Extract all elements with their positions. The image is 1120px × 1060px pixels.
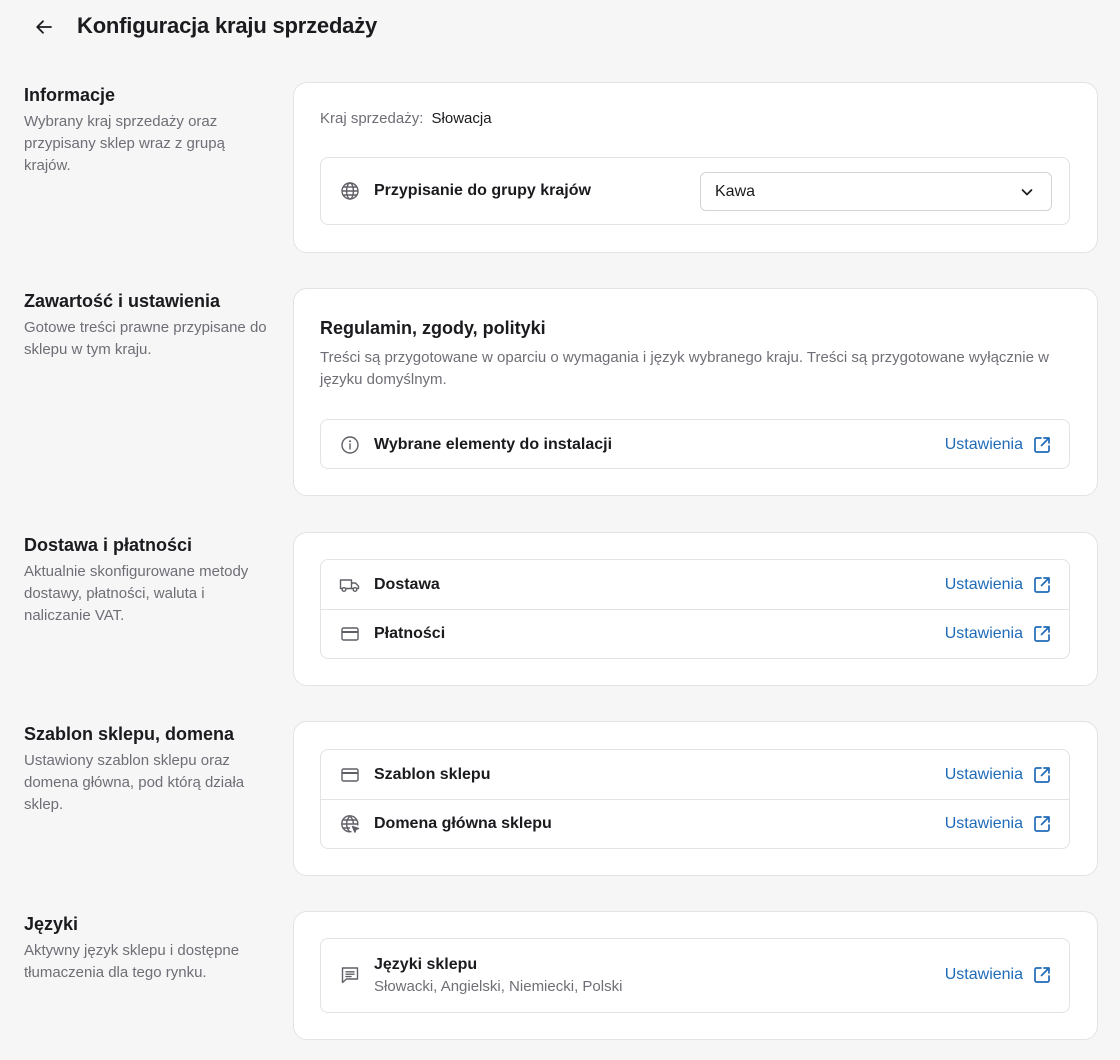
message-lines-icon — [339, 964, 361, 986]
settings-link-label: Ustawienia — [944, 966, 1023, 983]
external-link-icon — [1034, 576, 1050, 593]
section-languages-intro: Języki Aktywny język sklepu i dostępne t… — [24, 914, 274, 984]
info-icon — [339, 434, 361, 456]
settings-link[interactable]: Ustawienia — [945, 966, 1051, 984]
external-link-icon — [1034, 766, 1050, 783]
country-group-assignment: Przypisanie do grupy krajów Kawa — [321, 158, 1069, 224]
legal-description: Treści są przygotowane w oparciu o wymag… — [320, 349, 1049, 388]
store-template-row: Szablon sklepu Ustawienia — [321, 750, 1069, 799]
section-title: Języki — [24, 914, 79, 934]
country-group-row: Przypisanie do grupy krajów Kawa — [320, 157, 1070, 225]
credit-card-icon — [339, 623, 361, 645]
page-title: Konfiguracja kraju sprzedaży — [77, 13, 378, 38]
section-title: Dostawa i płatności — [24, 535, 193, 555]
external-link-icon — [1034, 816, 1050, 832]
languages-card: Języki sklepu Słowacki, Angielski, Niemi… — [293, 911, 1098, 1040]
select-value: Kawa — [715, 182, 756, 200]
settings-link-label: Ustawienia — [944, 765, 1023, 783]
globe-icon — [339, 180, 361, 202]
store-languages-row: Języki sklepu Słowacki, Angielski, Niemi… — [321, 939, 1069, 1011]
external-link-icon — [1034, 967, 1050, 983]
section-description: Gotowe treści prawne przypisane do sklep… — [24, 319, 267, 358]
delivery-row: Dostawa Ustawienia — [321, 560, 1069, 609]
section-template-intro: Szablon sklepu, domena Ustawiony szablon… — [24, 724, 274, 816]
template-card: Szablon sklepu Ustawienia Domena główna … — [293, 721, 1098, 876]
settings-link[interactable]: Ustawienia — [945, 436, 1051, 454]
country-label: Kraj sprzedaży: — [320, 110, 424, 127]
external-link-icon — [1034, 436, 1050, 453]
country-info: Kraj sprzedaży: Słowacja — [320, 110, 492, 127]
row-sublabel: Słowacki, Angielski, Niemiecki, Polski — [374, 977, 623, 995]
content-card: Regulamin, zgody, polityki Treści są prz… — [293, 288, 1098, 496]
legal-rows: Wybrane elementy do instalacji Ustawieni… — [320, 419, 1070, 469]
selected-elements-row: Wybrane elementy do instalacji Ustawieni… — [321, 420, 1069, 469]
section-title: Szablon sklepu, domena — [24, 724, 235, 744]
back-button[interactable] — [28, 11, 60, 43]
section-description: Aktualnie skonfigurowane metody dostawy,… — [24, 563, 249, 624]
payments-row: Płatności Ustawienia — [321, 609, 1069, 658]
template-icon — [339, 764, 361, 786]
settings-link-label: Ustawienia — [944, 815, 1023, 832]
country-value: Słowacja — [431, 110, 492, 127]
section-title: Zawartość i ustawienia — [24, 291, 221, 311]
row-label: Języki sklepu — [374, 955, 478, 973]
row-label: Domena główna sklepu — [374, 815, 552, 832]
language-rows: Języki sklepu Słowacki, Angielski, Niemi… — [320, 938, 1070, 1013]
row-label: Płatności — [374, 625, 446, 642]
section-description: Aktywny język sklepu i dostępne tłumacze… — [24, 942, 240, 981]
template-rows: Szablon sklepu Ustawienia Domena główna … — [320, 749, 1070, 849]
section-description: Ustawiony szablon sklepu oraz domena głó… — [24, 752, 245, 813]
info-card: Kraj sprzedaży: Słowacja Przypisanie do … — [293, 82, 1098, 253]
chevron-down-icon — [1021, 189, 1033, 196]
row-label: Wybrane elementy do instalacji — [374, 435, 613, 453]
section-title: Informacje — [24, 85, 116, 105]
settings-link[interactable]: Ustawienia — [945, 625, 1051, 643]
main-domain-row: Domena główna sklepu Ustawienia — [321, 799, 1069, 848]
settings-link-label: Ustawienia — [944, 575, 1023, 593]
settings-link[interactable]: Ustawienia — [945, 766, 1051, 784]
settings-link-label: Ustawienia — [944, 435, 1023, 453]
country-group-select[interactable]: Kawa — [700, 172, 1052, 211]
settings-link-label: Ustawienia — [944, 625, 1023, 642]
external-link-icon — [1034, 626, 1050, 642]
row-text: Języki sklepu Słowacki, Angielski, Niemi… — [374, 956, 622, 995]
row-label: Szablon sklepu — [374, 765, 491, 783]
arrow-left-icon — [36, 20, 52, 34]
settings-link[interactable]: Ustawienia — [945, 815, 1051, 833]
section-content-intro: Zawartość i ustawienia Gotowe treści pra… — [24, 291, 274, 361]
row-label: Dostawa — [374, 575, 440, 593]
section-info-intro: Informacje Wybrany kraj sprzedaży oraz p… — [24, 85, 274, 177]
delivery-card: Dostawa Ustawienia Płatności Ustawienia — [293, 532, 1098, 686]
section-description: Wybrany kraj sprzedaży oraz przypisany s… — [24, 113, 225, 174]
row-label: Przypisanie do grupy krajów — [374, 182, 591, 199]
settings-link[interactable]: Ustawienia — [945, 576, 1051, 594]
truck-icon — [339, 574, 361, 596]
delivery-rows: Dostawa Ustawienia Płatności Ustawienia — [320, 559, 1070, 659]
section-delivery-intro: Dostawa i płatności Aktualnie skonfiguro… — [24, 535, 274, 627]
legal-heading: Regulamin, zgody, polityki — [320, 318, 546, 338]
page-header: Konfiguracja kraju sprzedaży — [0, 0, 1120, 54]
globe-cursor-icon — [339, 813, 361, 835]
